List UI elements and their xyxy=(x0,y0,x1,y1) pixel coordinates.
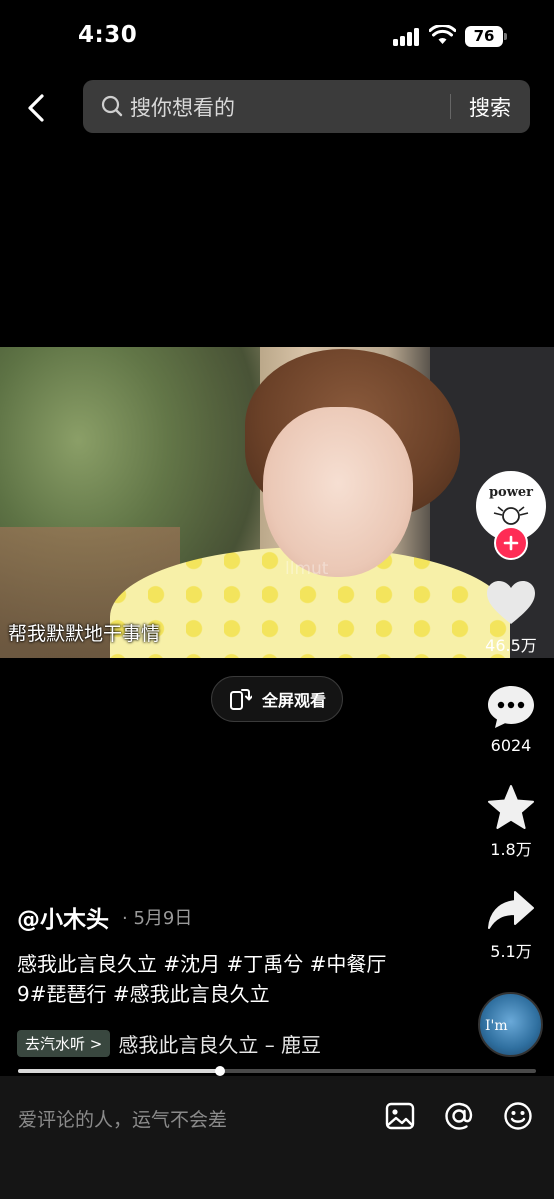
star-icon xyxy=(488,785,534,829)
music-row[interactable]: 去汽水听 > 感我此言良久立 – 鹿豆 xyxy=(17,1028,321,1058)
video-watermark: llmut xyxy=(285,559,329,579)
comment-icon xyxy=(488,686,534,728)
video-subtitle: 帮我默默地干事情 xyxy=(8,623,161,645)
search-bar[interactable]: 搜你想看的 搜索 xyxy=(83,80,530,133)
comment-count: 6024 xyxy=(490,736,532,755)
plus-icon xyxy=(503,535,519,551)
like-button[interactable]: 46.5万 xyxy=(478,580,544,656)
caption-line: 感我此言良久立 #沈月 #丁禹兮 #中餐厅 xyxy=(17,952,387,976)
status-bar: 4:30 76 xyxy=(0,0,554,70)
battery-tip xyxy=(504,33,507,40)
post-date: · 5月9日 xyxy=(122,908,193,929)
wifi-icon xyxy=(429,25,456,44)
like-count: 46.5万 xyxy=(485,636,537,655)
music-title[interactable]: 感我此言良久立 – 鹿豆 xyxy=(118,1029,321,1058)
battery-level: 76 xyxy=(473,27,495,45)
share-count: 5.1万 xyxy=(490,942,532,961)
image-icon[interactable] xyxy=(384,1100,416,1132)
search-input[interactable]: 搜你想看的 xyxy=(130,92,235,122)
share-button[interactable]: 5.1万 xyxy=(478,890,544,962)
favorite-count: 1.8万 xyxy=(490,840,532,859)
comment-bar: 爱评论的人，运气不会差 xyxy=(0,1076,554,1199)
post-caption[interactable]: 感我此言良久立 #沈月 #丁禹兮 #中餐厅 9#琵琶行 #感我此言良久立 xyxy=(17,949,447,1009)
search-icon xyxy=(101,95,123,117)
fullscreen-label: 全屏观看 xyxy=(262,691,327,710)
caption-line: 9#琵琶行 #感我此言良久立 xyxy=(17,982,270,1006)
comment-button[interactable]: 6024 xyxy=(478,684,544,755)
video-player[interactable]: llmut 帮我默默地干事情 xyxy=(0,347,554,658)
avatar-logo-text: power xyxy=(488,485,534,500)
rotate-screen-icon xyxy=(230,689,252,710)
share-arrow-icon xyxy=(488,891,534,929)
search-divider xyxy=(450,94,451,119)
video-progress-bar[interactable] xyxy=(18,1066,536,1076)
progress-fill xyxy=(18,1069,221,1073)
battery-icon: 76 xyxy=(465,26,503,47)
mention-icon[interactable] xyxy=(443,1100,475,1132)
author-username[interactable]: @小木头 xyxy=(17,900,109,934)
music-disc-text: I'm xyxy=(485,1018,508,1034)
video-person-face xyxy=(263,407,413,577)
comment-input[interactable]: 爱评论的人，运气不会差 xyxy=(18,1105,227,1132)
music-disc[interactable]: I'm xyxy=(478,992,543,1057)
favorite-button[interactable]: 1.8万 xyxy=(478,784,544,860)
search-button[interactable]: 搜索 xyxy=(469,92,511,122)
signal-icon xyxy=(393,28,421,46)
open-in-qishui-button[interactable]: 去汽水听 > xyxy=(17,1029,111,1057)
chevron-left-icon xyxy=(28,94,44,122)
progress-handle[interactable] xyxy=(215,1066,226,1076)
emoji-icon[interactable] xyxy=(502,1100,534,1132)
heart-icon xyxy=(487,581,535,624)
status-time: 4:30 xyxy=(78,22,138,48)
follow-button[interactable] xyxy=(494,526,528,560)
fullscreen-button[interactable]: 全屏观看 xyxy=(211,676,343,722)
back-button[interactable] xyxy=(20,90,52,126)
